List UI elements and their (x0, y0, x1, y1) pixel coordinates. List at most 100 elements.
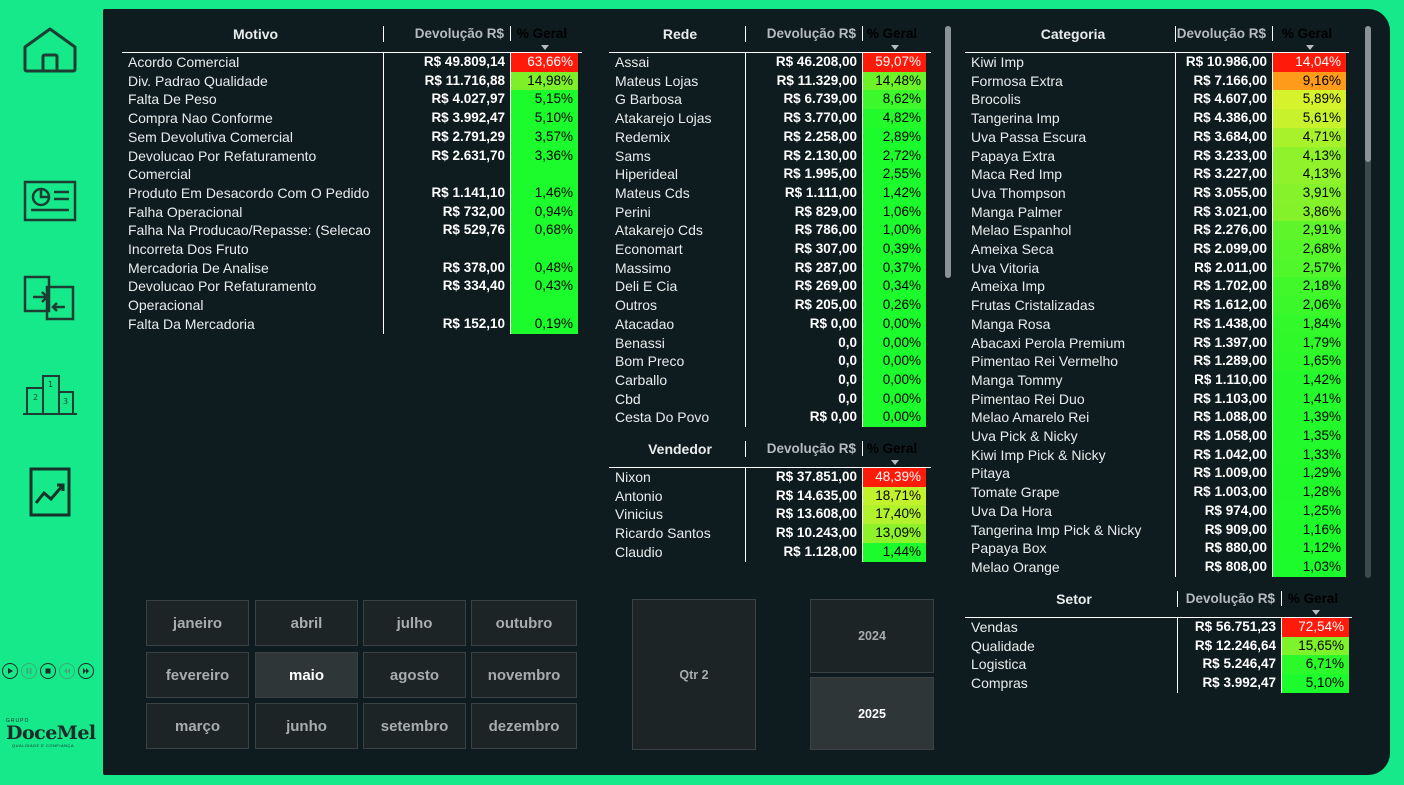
categoria-row[interactable]: Tangerina Imp Pick & Nicky R$ 909,00 1,16% (965, 520, 1349, 540)
categoria-row[interactable]: Tomate Grape R$ 1.003,00 1,28% (965, 483, 1349, 502)
categoria-row[interactable]: Kiwi Imp Pick & Nicky R$ 1.042,00 1,33% (965, 445, 1349, 465)
next-icon[interactable] (78, 663, 94, 679)
rede-row[interactable]: Perini R$ 829,00 1,06% (609, 202, 931, 222)
month-button-novembro[interactable]: novembro (471, 652, 577, 698)
categoria-header-col2[interactable]: Devolução R$ (1176, 26, 1273, 41)
categoria-row[interactable]: Uva Vitoria R$ 2.011,00 2,57% (965, 258, 1349, 278)
rede-row[interactable]: Cbd 0,0 0,00% (609, 389, 931, 409)
categoria-row[interactable]: Tangerina Imp R$ 4.386,00 5,61% (965, 109, 1349, 128)
motivo-row[interactable]: Acordo Comercial R$ 49.809,14 63,66% (122, 53, 582, 72)
categoria-row[interactable]: Melao Espanhol R$ 2.276,00 2,91% (965, 221, 1349, 241)
categoria-scrollbar[interactable] (1365, 26, 1371, 578)
rede-scrollbar[interactable] (945, 26, 951, 278)
month-button-outubro[interactable]: outubro (471, 600, 577, 646)
setor-header-col1[interactable]: Setor (965, 591, 1178, 607)
setor-row[interactable]: Qualidade R$ 12.246,64 15,65% (965, 636, 1352, 656)
rede-row[interactable]: Hiperideal R$ 1.995,00 2,55% (609, 165, 931, 184)
rede-row[interactable]: Economart R$ 307,00 0,39% (609, 240, 931, 259)
motivo-row[interactable]: Falta De Peso R$ 4.027,97 5,15% (122, 90, 582, 110)
categoria-row[interactable]: Ameixa Imp R$ 1.702,00 2,18% (965, 277, 1349, 297)
transfer-icon[interactable] (20, 273, 80, 323)
categoria-row[interactable]: Maca Red Imp R$ 3.227,00 4,13% (965, 165, 1349, 184)
setor-row[interactable]: Logistica R$ 5.246,47 6,71% (965, 655, 1352, 675)
categoria-header-col1[interactable]: Categoria (965, 26, 1176, 42)
motivo-row[interactable]: Mercadoria De Analise R$ 378,00 0,48% (122, 258, 582, 278)
rede-row[interactable]: Outros R$ 205,00 0,26% (609, 296, 931, 315)
rede-row[interactable]: Benassi 0,0 0,00% (609, 333, 931, 353)
vendedor-header-col2[interactable]: Devolução R$ (746, 441, 863, 456)
categoria-row[interactable]: Uva Passa Escura R$ 3.684,00 4,71% (965, 127, 1349, 147)
categoria-row[interactable]: Pimentao Rei Vermelho R$ 1.289,00 1,65% (965, 352, 1349, 371)
setor-row[interactable]: Compras R$ 3.992,47 5,10% (965, 674, 1352, 693)
month-button-agosto[interactable]: agosto (363, 652, 466, 698)
categoria-row[interactable]: Pitaya R$ 1.009,00 1,29% (965, 464, 1349, 484)
rede-row[interactable]: G Barbosa R$ 6.739,00 8,62% (609, 90, 931, 110)
categoria-row[interactable]: Papaya Extra R$ 3.233,00 4,13% (965, 146, 1349, 166)
rede-header-col3[interactable]: % Geral (863, 26, 926, 50)
month-button-janeiro[interactable]: janeiro (146, 600, 249, 646)
rede-header-col2[interactable]: Devolução R$ (746, 26, 863, 41)
motivo-header-col2[interactable]: Devolução R$ (384, 26, 511, 41)
rede-row[interactable]: Deli E Cia R$ 269,00 0,34% (609, 277, 931, 297)
line-chart-icon[interactable] (20, 467, 80, 517)
rede-row[interactable]: Massimo R$ 287,00 0,37% (609, 258, 931, 278)
previous-icon[interactable] (59, 663, 75, 679)
motivo-row[interactable]: Falta Da Mercadoria R$ 152,10 0,19% (122, 314, 582, 334)
rede-row[interactable]: Mateus Cds R$ 1.111,00 1,42% (609, 183, 931, 203)
categoria-row[interactable]: Melao Amarelo Rei R$ 1.088,00 1,39% (965, 408, 1349, 428)
podium-icon[interactable]: 2 1 3 (20, 370, 80, 420)
categoria-row[interactable]: Manga Tommy R$ 1.110,00 1,42% (965, 370, 1349, 390)
categoria-row[interactable]: Uva Da Hora R$ 974,00 1,25% (965, 501, 1349, 521)
motivo-row[interactable]: Div. Padrao Qualidade R$ 11.716,88 14,98% (122, 71, 582, 91)
rede-row[interactable]: Assai R$ 46.208,00 59,07% (609, 53, 931, 72)
categoria-row[interactable]: Manga Rosa R$ 1.438,00 1,84% (965, 314, 1349, 334)
rede-row[interactable]: Atakarejo Cds R$ 786,00 1,00% (609, 221, 931, 241)
month-button-fevereiro[interactable]: fevereiro (146, 652, 249, 698)
motivo-row[interactable]: Falha Operacional R$ 732,00 0,94% (122, 202, 582, 222)
categoria-row[interactable]: Brocolis R$ 4.607,00 5,89% (965, 90, 1349, 110)
month-button-março[interactable]: março (146, 703, 249, 749)
rede-header-col1[interactable]: Rede (609, 26, 746, 42)
categoria-row[interactable]: Manga Palmer R$ 3.021,00 3,86% (965, 202, 1349, 222)
vendedor-row[interactable]: Claudio R$ 1.128,00 1,44% (609, 542, 931, 562)
motivo-row[interactable]: Produto Em Desacordo Com O Pedido R$ 1.14… (122, 183, 582, 203)
setor-row[interactable]: Vendas R$ 56.751,23 72,54% (965, 618, 1352, 637)
motivo-row[interactable]: Devolucao Por Refaturamento Operacional R… (122, 277, 582, 315)
vendedor-row[interactable]: Nixon R$ 37.851,00 48,39% (609, 468, 931, 487)
rede-row[interactable]: Redemix R$ 2.258,00 2,89% (609, 127, 931, 147)
categoria-row[interactable]: Frutas Cristalizadas R$ 1.612,00 2,06% (965, 296, 1349, 315)
categoria-row[interactable]: Kiwi Imp R$ 10.986,00 14,04% (965, 53, 1349, 72)
rede-row[interactable]: Atakarejo Lojas R$ 3.770,00 4,82% (609, 109, 931, 128)
rede-row[interactable]: Mateus Lojas R$ 11.329,00 14,48% (609, 71, 931, 91)
pause-icon[interactable] (21, 663, 37, 679)
month-button-abril[interactable]: abril (255, 600, 358, 646)
vendedor-row[interactable]: Antonio R$ 14.635,00 18,71% (609, 486, 931, 506)
vendedor-row[interactable]: Vinicius R$ 13.608,00 17,40% (609, 505, 931, 525)
stop-icon[interactable] (40, 663, 56, 679)
categoria-row[interactable]: Abacaxi Perola Premium R$ 1.397,00 1,79% (965, 333, 1349, 353)
year-button-2025[interactable]: 2025 (810, 677, 934, 750)
presentation-icon[interactable] (20, 176, 80, 226)
categoria-header-col3[interactable]: % Geral (1273, 26, 1346, 50)
categoria-row[interactable]: Formosa Extra R$ 7.166,00 9,16% (965, 71, 1349, 91)
year-button-2024[interactable]: 2024 (810, 599, 934, 673)
categoria-row[interactable]: Pimentao Rei Duo R$ 1.103,00 1,41% (965, 389, 1349, 409)
motivo-header-col1[interactable]: Motivo (122, 26, 384, 42)
categoria-row[interactable]: Uva Thompson R$ 3.055,00 3,91% (965, 183, 1349, 203)
home-icon[interactable] (20, 25, 80, 75)
vendedor-header-col1[interactable]: Vendedor (609, 441, 746, 457)
motivo-row[interactable]: Compra Nao Conforme R$ 3.992,47 5,10% (122, 109, 582, 128)
month-button-dezembro[interactable]: dezembro (471, 703, 577, 749)
play-icon[interactable] (2, 663, 18, 679)
categoria-row[interactable]: Uva Pick & Nicky R$ 1.058,00 1,35% (965, 427, 1349, 446)
motivo-row[interactable]: Devolucao Por Refaturamento Comercial R$ … (122, 146, 582, 184)
motivo-row[interactable]: Sem Devolutiva Comercial R$ 2.791,29 3,57% (122, 127, 582, 147)
categoria-row[interactable]: Ameixa Seca R$ 2.099,00 2,68% (965, 240, 1349, 259)
motivo-row[interactable]: Falha Na Producao/Repasse: (Selecao Inco… (122, 221, 582, 259)
rede-row[interactable]: Sams R$ 2.130,00 2,72% (609, 146, 931, 166)
setor-header-col3[interactable]: % Geral (1282, 591, 1349, 615)
rede-row[interactable]: Carballo 0,0 0,00% (609, 370, 931, 390)
quarter-button[interactable]: Qtr 2 (632, 599, 756, 750)
month-button-junho[interactable]: junho (255, 703, 358, 749)
rede-row[interactable]: Atacadao R$ 0,00 0,00% (609, 314, 931, 334)
